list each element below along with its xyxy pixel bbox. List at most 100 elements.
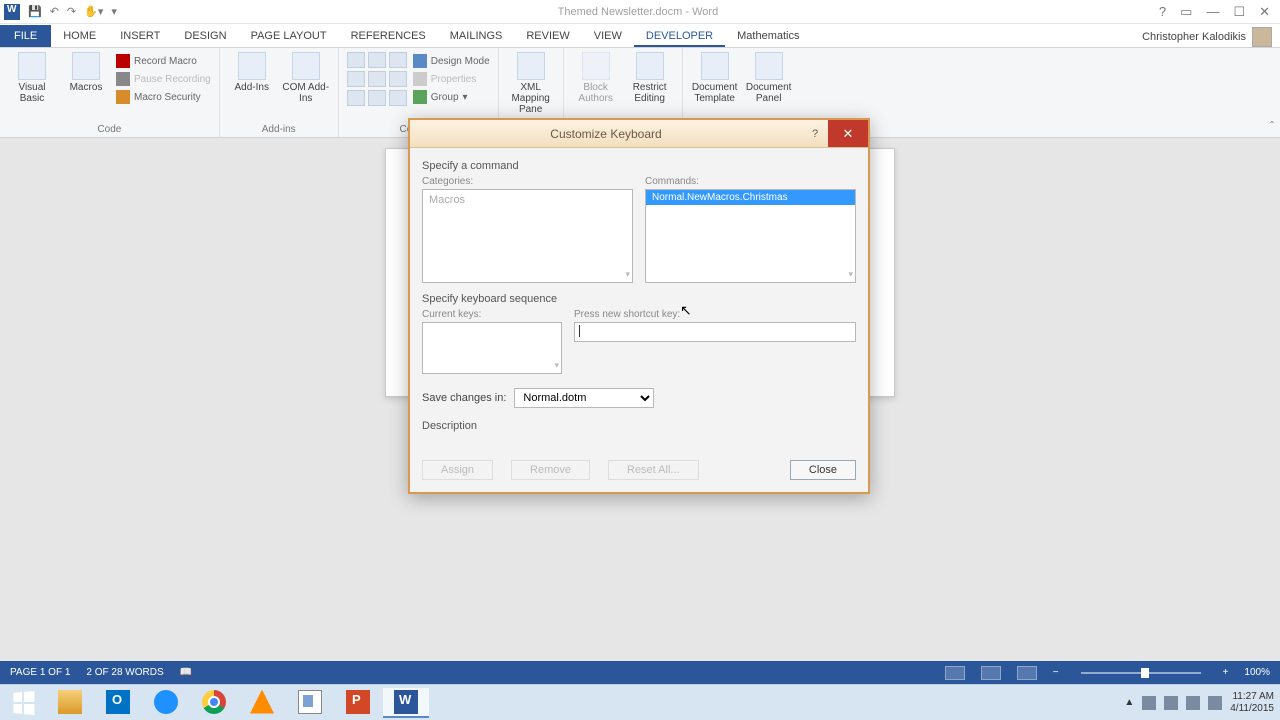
dialog-close-button[interactable]: ✕ <box>828 120 868 147</box>
categories-item: Macros <box>429 194 465 206</box>
press-new-label: Press new shortcut key: <box>574 309 856 320</box>
zoom-slider[interactable] <box>1081 672 1201 674</box>
restrict-editing-button[interactable]: Restrict Editing <box>626 52 674 104</box>
group-addins: Add-Ins COM Add-Ins Add-ins <box>220 48 339 137</box>
zoom-in-icon[interactable]: + <box>1223 667 1229 678</box>
document-title: Themed Newsletter.docm - Word <box>117 6 1159 18</box>
commands-label: Commands: <box>645 176 856 187</box>
collapse-ribbon-icon[interactable]: ˆ <box>1270 119 1274 133</box>
minimize-icon[interactable]: — <box>1206 5 1219 18</box>
tab-references[interactable]: REFERENCES <box>339 25 438 47</box>
touch-mode-icon[interactable]: ✋▾ <box>84 5 103 18</box>
tray-icon[interactable] <box>1142 696 1156 710</box>
scroll-down-icon[interactable]: ▾ <box>625 269 630 280</box>
redo-icon[interactable]: ↷ <box>67 5 76 18</box>
help-icon[interactable]: ? <box>1159 5 1166 18</box>
description-label: Description <box>422 420 856 432</box>
account-user[interactable]: Christopher Kalodikis <box>1134 27 1280 47</box>
design-mode-button[interactable]: Design Mode <box>413 54 490 68</box>
controls-gallery[interactable] <box>347 52 407 106</box>
maximize-icon[interactable]: ☐ <box>1233 5 1245 18</box>
tab-developer[interactable]: DEVELOPER <box>634 25 725 47</box>
taskbar-paint[interactable] <box>287 688 333 718</box>
word-count[interactable]: 2 OF 28 WORDS <box>86 667 163 678</box>
new-shortcut-input[interactable] <box>574 322 856 342</box>
taskbar-chrome[interactable] <box>191 688 237 718</box>
tab-review[interactable]: REVIEW <box>514 25 581 47</box>
windows-taskbar: ▲ 11:27 AM 4/11/2015 <box>0 684 1280 720</box>
current-keys-listbox[interactable]: ▾ <box>422 322 562 374</box>
dialog-titlebar[interactable]: Customize Keyboard ? ✕ <box>410 120 868 148</box>
tab-view[interactable]: VIEW <box>582 25 634 47</box>
close-button[interactable]: Close <box>790 460 856 480</box>
zoom-level[interactable]: 100% <box>1244 667 1270 678</box>
block-authors-button: Block Authors <box>572 52 620 104</box>
tab-mathematics[interactable]: Mathematics <box>725 25 811 47</box>
tab-insert[interactable]: INSERT <box>108 25 172 47</box>
taskbar-word[interactable] <box>383 688 429 718</box>
close-window-icon[interactable]: ✕ <box>1259 5 1270 18</box>
page-indicator[interactable]: PAGE 1 OF 1 <box>10 667 70 678</box>
tab-page-layout[interactable]: PAGE LAYOUT <box>239 25 339 47</box>
macros-button[interactable]: Macros <box>62 52 110 93</box>
customize-keyboard-dialog: Customize Keyboard ? ✕ Specify a command… <box>408 118 870 494</box>
taskbar-clock[interactable]: 11:27 AM 4/11/2015 <box>1230 691 1274 714</box>
tray-icon[interactable] <box>1164 696 1178 710</box>
addins-button[interactable]: Add-Ins <box>228 52 276 93</box>
spellcheck-icon[interactable]: 📖 <box>180 667 192 678</box>
tab-home[interactable]: HOME <box>51 25 108 47</box>
dialog-help-button[interactable]: ? <box>802 128 828 140</box>
save-changes-select[interactable]: Normal.dotm <box>514 388 654 408</box>
macro-security-button[interactable]: Macro Security <box>116 90 211 104</box>
tray-network-icon[interactable] <box>1186 696 1200 710</box>
start-button[interactable] <box>0 685 46 720</box>
tray-volume-icon[interactable] <box>1208 696 1222 710</box>
commands-listbox[interactable]: Normal.NewMacros.Christmas ▾ <box>645 189 856 283</box>
print-layout-icon[interactable] <box>981 666 1001 680</box>
commands-item-selected[interactable]: Normal.NewMacros.Christmas <box>646 190 855 205</box>
visual-basic-button[interactable]: Visual Basic <box>8 52 56 104</box>
taskbar-ie[interactable] <box>143 688 189 718</box>
current-keys-label: Current keys: <box>422 309 562 320</box>
com-addins-button[interactable]: COM Add-Ins <box>282 52 330 104</box>
title-bar: 💾 ↶ ↷ ✋▾ ▾ Themed Newsletter.docm - Word… <box>0 0 1280 24</box>
tab-file[interactable]: FILE <box>0 25 51 47</box>
save-changes-label: Save changes in: <box>422 392 506 404</box>
tray-show-hidden-icon[interactable]: ▲ <box>1124 697 1134 708</box>
ribbon-options-icon[interactable]: ▭ <box>1180 5 1192 18</box>
chevron-down-icon: ▾ <box>463 92 468 103</box>
tab-mailings[interactable]: MAILINGS <box>438 25 515 47</box>
categories-label: Categories: <box>422 176 633 187</box>
taskbar-vlc[interactable] <box>239 688 285 718</box>
group-button[interactable]: Group ▾ <box>413 90 490 104</box>
xml-mapping-button[interactable]: XML Mapping Pane <box>507 52 555 115</box>
user-avatar-icon <box>1252 27 1272 47</box>
zoom-out-icon[interactable]: − <box>1053 667 1059 678</box>
taskbar-powerpoint[interactable] <box>335 688 381 718</box>
group-label: Code <box>8 124 211 135</box>
remove-button: Remove <box>511 460 590 480</box>
ribbon-tabs: FILE HOME INSERT DESIGN PAGE LAYOUT REFE… <box>0 24 1280 48</box>
web-layout-icon[interactable] <box>1017 666 1037 680</box>
read-mode-icon[interactable] <box>945 666 965 680</box>
categories-listbox[interactable]: Macros ▾ <box>422 189 633 283</box>
taskbar-outlook[interactable] <box>95 688 141 718</box>
tab-design[interactable]: DESIGN <box>172 25 238 47</box>
document-panel-button[interactable]: Document Panel <box>745 52 793 104</box>
system-tray[interactable]: ▲ 11:27 AM 4/11/2015 <box>1124 691 1280 714</box>
dialog-title: Customize Keyboard <box>410 127 802 141</box>
reset-all-button: Reset All... <box>608 460 699 480</box>
scroll-down-icon[interactable]: ▾ <box>848 269 853 280</box>
scroll-down-icon[interactable]: ▾ <box>554 360 559 371</box>
word-status-bar: PAGE 1 OF 1 2 OF 28 WORDS 📖 − + 100% <box>0 661 1280 684</box>
user-name: Christopher Kalodikis <box>1142 31 1246 43</box>
assign-button: Assign <box>422 460 493 480</box>
save-icon[interactable]: 💾 <box>28 5 42 18</box>
group-code: Visual Basic Macros Record Macro Pause R… <box>0 48 220 137</box>
record-macro-button[interactable]: Record Macro <box>116 54 211 68</box>
document-template-button[interactable]: Document Template <box>691 52 739 104</box>
pause-recording-button: Pause Recording <box>116 72 211 86</box>
taskbar-file-explorer[interactable] <box>47 688 93 718</box>
section-command: Specify a command <box>422 160 856 172</box>
undo-icon[interactable]: ↶ <box>50 5 59 18</box>
